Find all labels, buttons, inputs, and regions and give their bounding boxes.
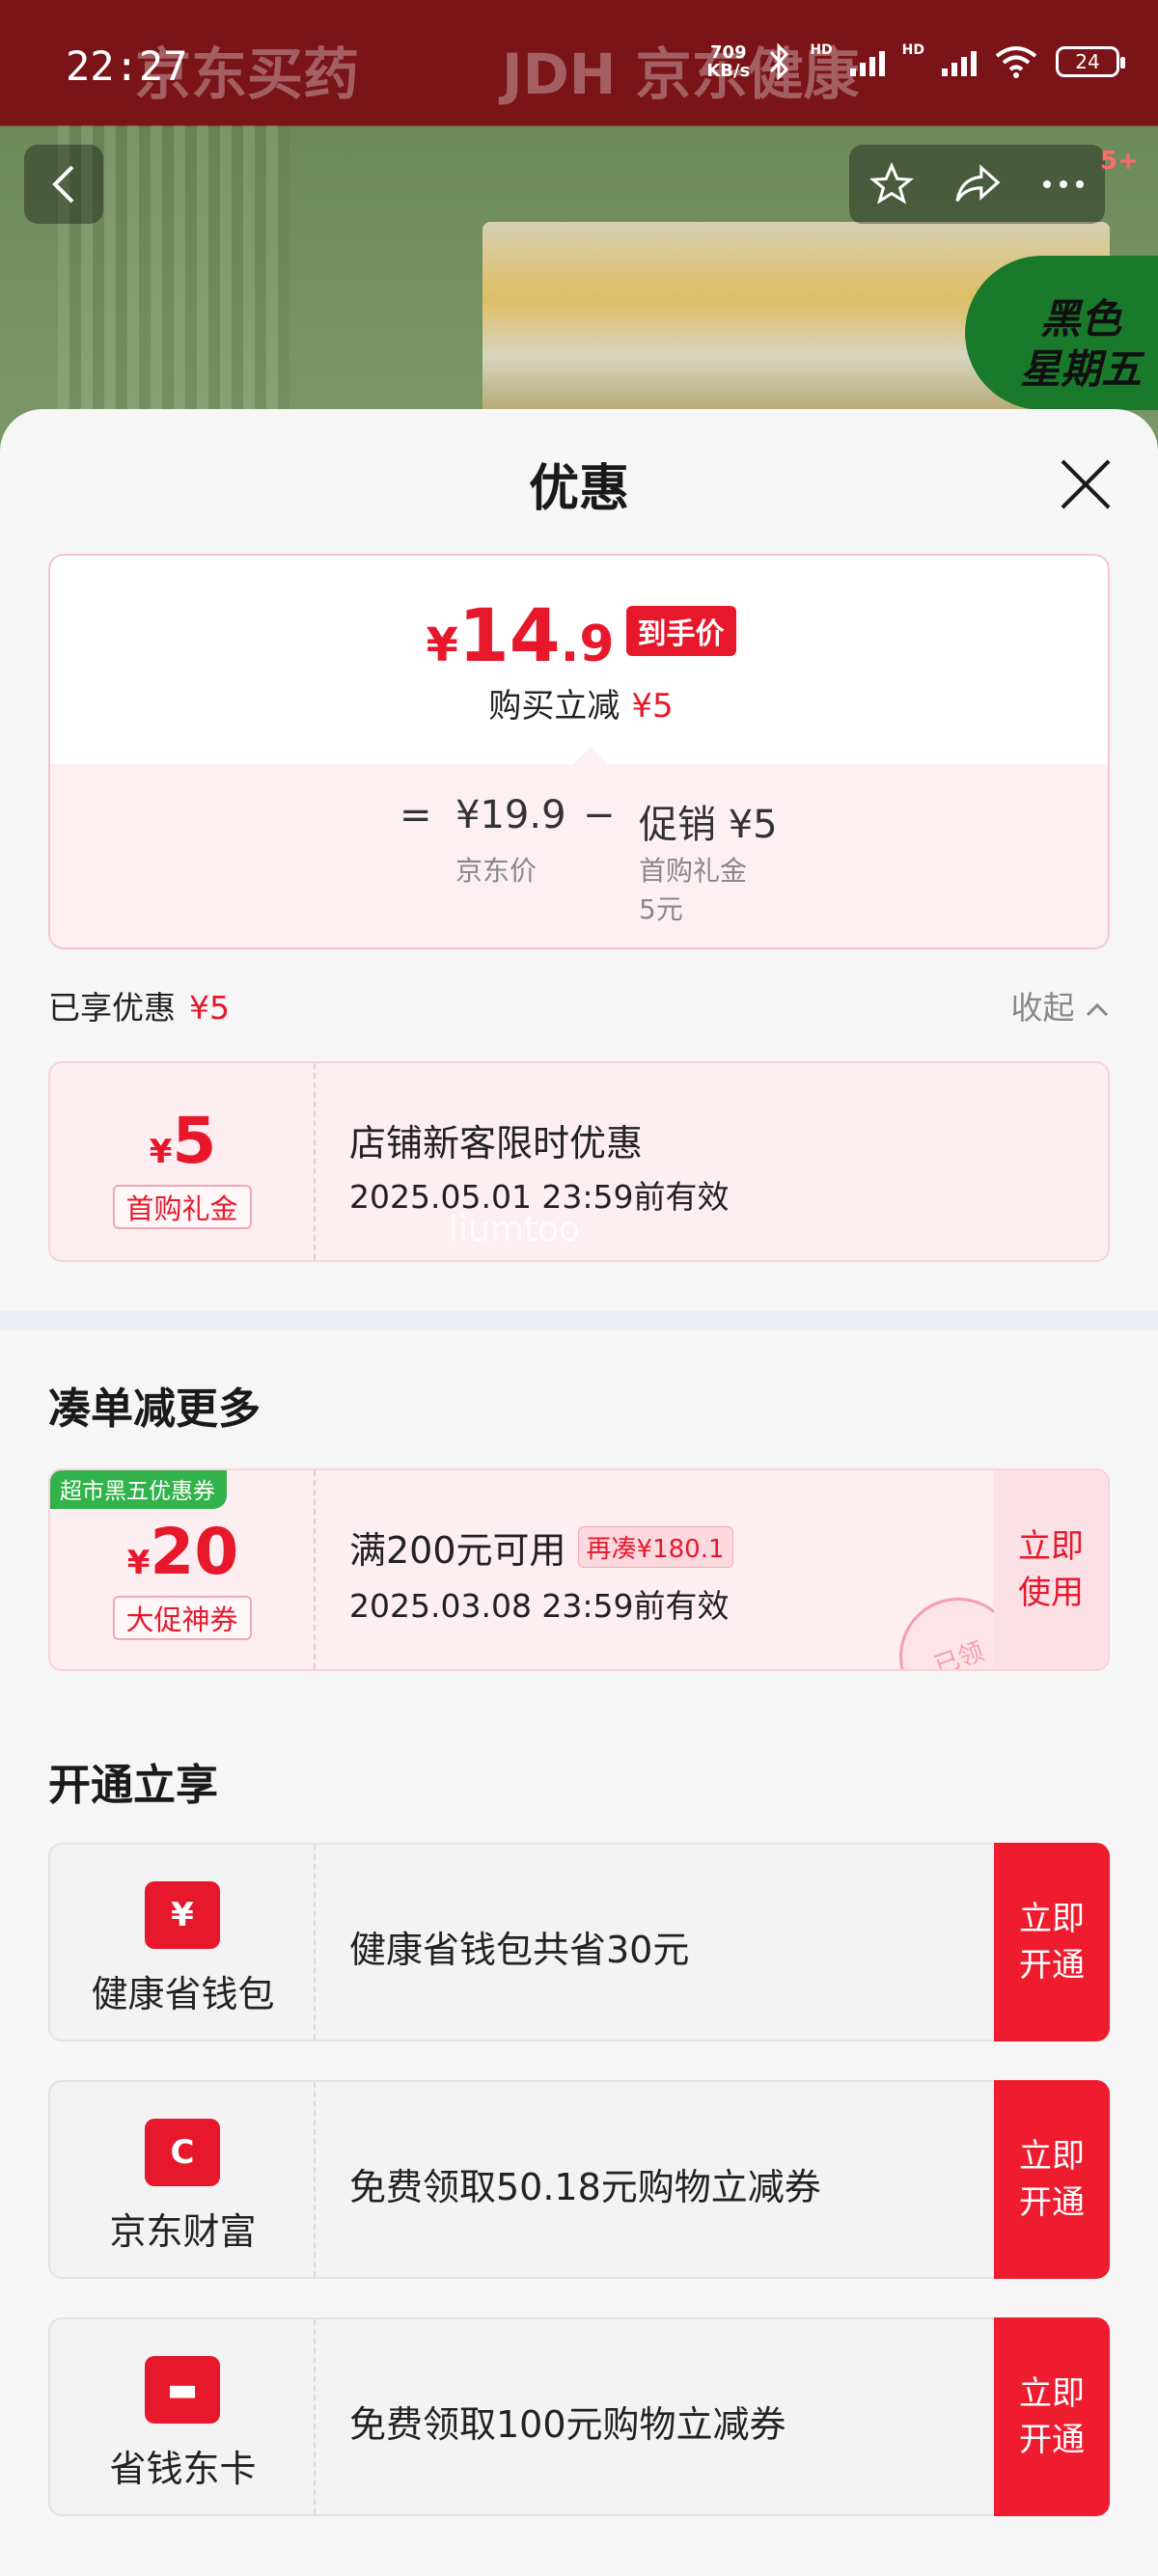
promo-sub-label: 首购礼金 <box>639 855 748 887</box>
signal-icon-1 <box>849 47 885 76</box>
card-notch <box>573 747 608 764</box>
service-brand-panel: ▬ 省钱东卡 <box>50 2319 316 2514</box>
coupon-amount-panel: ¥5 首购礼金 <box>50 1063 316 1260</box>
coupon-validity: 2025.03.08 23:59前有效 <box>349 1587 730 1625</box>
coupon-title: 满200元可用 再凑¥180.1 <box>349 1521 733 1574</box>
wallet-c-icon: C <box>145 2119 220 2186</box>
purchase-discount-line: 购买立减 ¥5 <box>488 687 674 726</box>
battery-icon: 24 <box>1056 46 1125 77</box>
signal-icon-2 <box>942 47 977 76</box>
service-brand-panel: C 京东财富 <box>50 2082 316 2277</box>
more-icon[interactable] <box>1041 178 1086 190</box>
add-more-tag: 再凑¥180.1 <box>577 1526 733 1568</box>
service-name: 京东财富 <box>109 2210 257 2253</box>
coupon-title: 店铺新客限时优惠 <box>349 1122 644 1165</box>
open-benefits-section-title: 开通立享 <box>48 1761 218 1810</box>
price-breakdown-card: ¥14.9 到手价 购买立减 ¥5 = ¥19.9 京东价 − 促销 ¥5 首购礼金… <box>48 554 1110 949</box>
chevron-left-icon <box>52 165 74 204</box>
enjoyed-value: ¥5 <box>189 989 230 1027</box>
coupon-amount-panel: ¥20 大促神券 <box>50 1470 316 1669</box>
watermark: liumtoo <box>449 1210 581 1249</box>
service-description: 免费领取50.18元购物立减券 <box>349 2166 821 2208</box>
service-saving-card[interactable]: ▬ 省钱东卡 免费领取100元购物立减券 立即 开通 <box>48 2317 1110 2516</box>
promo-coupon[interactable]: 超市黑五优惠券 ¥20 大促神券 满200元可用 再凑¥180.1 2025.03… <box>48 1468 1110 1671</box>
top-action-bar <box>849 145 1105 224</box>
bluetooth-icon <box>770 42 789 81</box>
clock: 22:27 <box>66 42 188 90</box>
equals-sign: = <box>400 793 432 837</box>
promo-sub-value: 5元 <box>639 893 683 925</box>
message-count-badge: 5+ <box>1100 147 1139 176</box>
service-brand-panel: ¥ 健康省钱包 <box>50 1845 316 2040</box>
collapse-button[interactable]: 收起 <box>1011 982 1111 1028</box>
promo-amount: 促销 ¥5 <box>639 803 778 847</box>
star-icon[interactable] <box>868 162 914 206</box>
service-description: 健康省钱包共省30元 <box>349 1929 690 1971</box>
enjoyed-label: 已享优惠 <box>48 989 176 1027</box>
network-speed: 709 KB/s <box>706 42 751 81</box>
chevron-up-icon <box>1086 1002 1109 1017</box>
coupon-amount: ¥5 <box>149 1104 217 1178</box>
close-button[interactable] <box>1057 455 1115 513</box>
open-now-button[interactable]: 立即 开通 <box>994 2080 1110 2279</box>
open-now-button[interactable]: 立即 开通 <box>994 1843 1110 2042</box>
coupon-tag: 大促神券 <box>112 1596 252 1640</box>
share-icon[interactable] <box>953 162 1002 206</box>
back-button[interactable] <box>24 145 103 224</box>
coupon-amount: ¥20 <box>126 1515 239 1589</box>
jd-price-label: 京东价 <box>455 855 538 887</box>
status-icons: 709 KB/s HD HD 24 <box>706 42 1125 81</box>
more-discount-section-title: 凑单减更多 <box>48 1384 261 1434</box>
open-now-button[interactable]: 立即 开通 <box>994 2317 1110 2516</box>
hd-badge-2: HD <box>901 42 924 58</box>
service-name: 省钱东卡 <box>109 2448 257 2490</box>
service-description: 免费领取100元购物立减券 <box>349 2403 786 2446</box>
service-name: 健康省钱包 <box>91 1973 275 2015</box>
final-price-tag: 到手价 <box>625 606 736 656</box>
card-icon: ▬ <box>145 2356 220 2424</box>
sheet-title: 优惠 <box>528 460 629 518</box>
section-divider <box>0 1311 1158 1330</box>
hd-badge-1: HD <box>810 42 833 58</box>
black-friday-badge[interactable]: 黑色 星期五 <box>965 256 1158 410</box>
price-formula-area <box>50 764 1108 947</box>
final-price: ¥14.9 到手价 <box>50 592 1108 678</box>
wifi-icon <box>995 46 1037 78</box>
service-jd-finance[interactable]: C 京东财富 免费领取50.18元购物立减券 立即 开通 <box>48 2080 1110 2279</box>
ticket-yen-icon: ¥ <box>145 1881 220 1949</box>
jd-price: ¥19.9 <box>455 793 566 837</box>
coupon-tag: 首购礼金 <box>112 1185 252 1229</box>
status-bar: 22:27 709 KB/s HD HD 24 <box>0 0 1158 135</box>
use-now-button[interactable]: 立即 使用 <box>994 1470 1108 1669</box>
discount-sheet: 优惠 ¥14.9 到手价 购买立减 ¥5 = ¥19.9 京东价 − 促销 ¥5 首… <box>0 409 1158 2576</box>
service-health-wallet[interactable]: ¥ 健康省钱包 健康省钱包共省30元 立即 开通 <box>48 1843 1110 2042</box>
minus-sign: − <box>583 793 616 837</box>
enjoyed-discount-row: 已享优惠 ¥5 收起 <box>48 982 1110 1030</box>
